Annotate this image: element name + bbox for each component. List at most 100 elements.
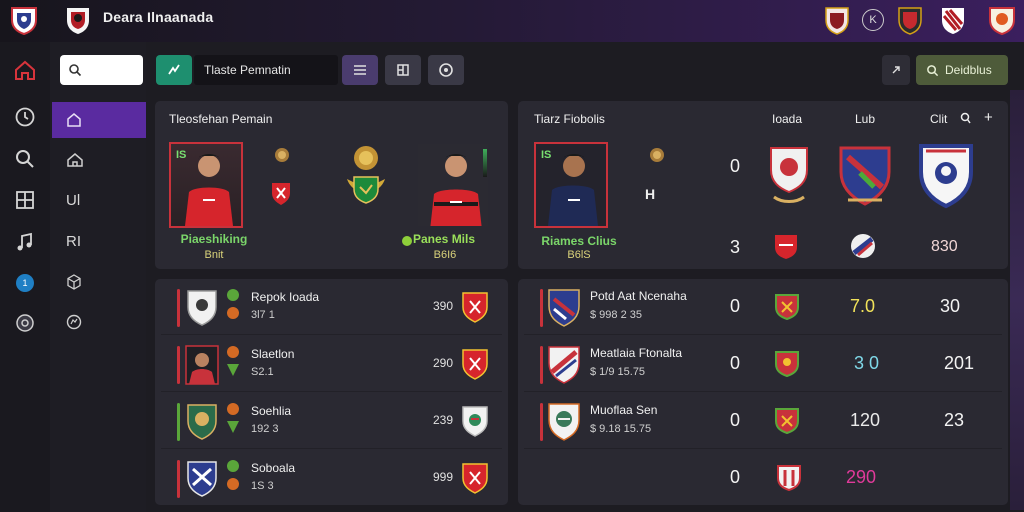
medal-icon xyxy=(273,146,291,169)
card-number: IS xyxy=(541,149,552,161)
color-stripe xyxy=(483,149,487,177)
list-item[interactable]: Repok Ioada 3l7 1 390 xyxy=(161,279,502,335)
row-accent xyxy=(177,346,180,384)
table-row[interactable]: Muoflaa Sen $ 9.18 15.75 0 120 23 xyxy=(524,393,1002,449)
player-card-home[interactable]: IS xyxy=(169,142,243,228)
back-button[interactable] xyxy=(882,55,910,85)
player-photo-icon xyxy=(185,345,219,390)
medal-icon xyxy=(648,146,666,169)
stat-number: 0 xyxy=(730,467,741,487)
row-accent xyxy=(540,403,543,441)
home-icon[interactable] xyxy=(12,57,38,83)
club-crest-icon xyxy=(838,145,892,214)
status-icon xyxy=(227,364,239,376)
list-item[interactable]: Slaetlon S2.1 290 xyxy=(161,336,502,392)
subnav-item-ri[interactable]: RI xyxy=(52,223,146,259)
details-button[interactable]: Deidblus xyxy=(916,55,1008,85)
player-name: Soboala xyxy=(251,461,296,475)
transfer-name: Meatlaia Ftonalta xyxy=(590,346,683,360)
sidebar: 1 xyxy=(0,42,50,512)
status-icon xyxy=(227,478,239,490)
stat-number: 0 xyxy=(730,410,741,430)
status-icon xyxy=(227,421,239,433)
transfer-name: Potd Aat Ncenaha xyxy=(590,289,687,303)
club-shield-red-icon[interactable] xyxy=(896,4,928,36)
panel-title: Tiarz Fiobolis xyxy=(534,112,605,126)
list-icon xyxy=(354,65,366,75)
formation-icon xyxy=(397,64,409,76)
stat-number: 3 xyxy=(730,237,741,257)
club-crest-icon xyxy=(768,145,810,212)
subnav-item-club[interactable] xyxy=(52,142,146,178)
tactic-name-field[interactable]: Tlaste Pemnatin xyxy=(194,55,338,85)
sub-navigation: Ul RI xyxy=(50,42,146,512)
row-accent xyxy=(177,289,180,327)
table-row[interactable]: Potd Aat Ncenaha $ 998 2 35 0 7.0 30 xyxy=(524,279,1002,335)
refresh-icon xyxy=(439,63,453,77)
player-value: 239 xyxy=(433,413,454,427)
add-icon[interactable]: + xyxy=(984,109,993,126)
chat-icon xyxy=(66,314,82,330)
player-name: Soehlia xyxy=(251,404,292,418)
clock-icon[interactable] xyxy=(12,104,38,130)
club-badge-icon xyxy=(850,233,876,266)
col-header-lub[interactable]: Lub xyxy=(855,112,875,126)
list-item[interactable]: Soehlia 192 3 239 xyxy=(161,393,502,449)
row-accent xyxy=(540,289,543,327)
lineup-panel: Tleosfehan Pemain IS Piaeshiking Bnit Pa… xyxy=(155,101,508,269)
list-item[interactable]: Soboala 1S 3 999 xyxy=(161,450,502,506)
formation-button[interactable] xyxy=(385,55,421,85)
club-crest-icon xyxy=(546,287,582,334)
player-card-away[interactable] xyxy=(416,142,490,228)
subnav-item-ul[interactable]: Ul xyxy=(52,182,146,218)
list-view-button[interactable] xyxy=(342,55,378,85)
search-icon[interactable] xyxy=(960,111,972,130)
transfer-fee: $ 998 2 35 xyxy=(590,309,642,321)
subnav-item-chat[interactable] xyxy=(52,304,146,340)
table-row[interactable]: Meatlaia Ftonalta $ 1/9 15.75 0 3 0 201 xyxy=(524,336,1002,392)
search-icon xyxy=(927,64,939,76)
search-icon[interactable] xyxy=(12,146,38,172)
player-value: 390 xyxy=(433,299,454,313)
club-crest-icon[interactable] xyxy=(62,4,94,36)
tactics-icon xyxy=(168,64,180,75)
refresh-button[interactable] xyxy=(428,55,464,85)
col-header-clit[interactable]: Clit xyxy=(930,112,947,126)
club-stripes-icon[interactable] xyxy=(938,4,970,36)
club-orange-icon[interactable] xyxy=(986,4,1018,36)
table-row[interactable]: 0 290 xyxy=(524,450,1002,506)
club-crest-icon[interactable] xyxy=(8,4,40,36)
disc-icon[interactable] xyxy=(12,310,38,336)
search-icon xyxy=(69,64,82,77)
subnav-item-squad[interactable] xyxy=(52,102,146,138)
stat-value: 290 xyxy=(846,467,877,487)
home-outline-icon xyxy=(67,153,83,167)
stat-value: 7.0 xyxy=(850,296,876,316)
app-title: Deara Ilnaanada xyxy=(103,9,214,25)
club-crest-maroon-icon[interactable] xyxy=(822,4,854,36)
home-player-name: Piaeshiking xyxy=(180,232,248,246)
trophy-icon xyxy=(341,141,391,218)
club-k-icon[interactable]: K xyxy=(862,9,884,31)
away-player-name: Panes Mils xyxy=(413,232,476,246)
stat-value: 30 xyxy=(940,296,961,316)
background-decoration xyxy=(1010,90,1024,510)
stat-value: 201 xyxy=(944,353,975,373)
info-badge-icon[interactable]: 1 xyxy=(12,270,38,296)
player-stats: 1S 3 xyxy=(251,480,274,492)
tactics-button[interactable] xyxy=(156,55,192,85)
transfer-name: Muoflaa Sen xyxy=(590,403,658,417)
status-icon xyxy=(227,289,239,301)
grid-icon[interactable] xyxy=(12,187,38,213)
stat-value: 3 0 xyxy=(854,353,880,373)
search-input[interactable] xyxy=(60,55,143,85)
col-header-ioada[interactable]: Ioada xyxy=(772,112,802,126)
club-badge-icon xyxy=(773,233,799,266)
club-crest-icon xyxy=(185,459,219,504)
feature-player-name: Riames Clius xyxy=(541,234,617,248)
club-badge-icon xyxy=(774,407,800,440)
subnav-item-cube[interactable] xyxy=(52,264,146,300)
music-icon[interactable] xyxy=(12,229,38,255)
player-card-feature[interactable]: IS xyxy=(534,142,608,228)
status-icon xyxy=(227,307,239,319)
